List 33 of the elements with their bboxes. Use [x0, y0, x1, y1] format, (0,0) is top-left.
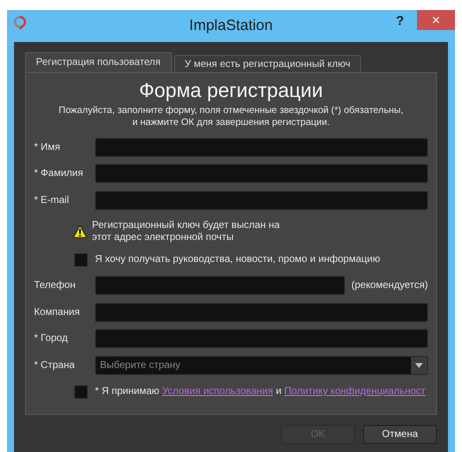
field-label: * Имя	[34, 142, 62, 153]
checkbox-label: Я хочу получать руководства, новости, промо и информацию	[95, 254, 380, 265]
input-field[interactable]	[95, 276, 346, 296]
field-label: * Фамилия	[34, 168, 84, 180]
help-button[interactable]: ?	[392, 10, 408, 30]
field-label: * Город	[34, 333, 69, 344]
link[interactable]: Политику конфиденциальност	[284, 386, 426, 397]
close-button[interactable]: ✕	[417, 10, 455, 30]
input-field[interactable]	[95, 138, 428, 157]
input-field[interactable]	[95, 329, 428, 348]
checkbox[interactable]	[74, 384, 88, 398]
tab[interactable]: Регистрация пользователя	[25, 52, 172, 72]
instructions: Пожалуйста, заполните форму, поля отмеченные звездочкой (*) обязательны, и нажмите ОК для завершения регистрации.	[58, 105, 404, 129]
tab[interactable]: У меня есть регистрационный ключ	[174, 55, 362, 72]
input-field[interactable]	[95, 164, 428, 184]
input-field[interactable]	[95, 190, 428, 210]
warning-icon	[73, 225, 87, 238]
form-title: Форма регистрации	[138, 79, 324, 103]
field-label: Компания	[34, 306, 81, 318]
field-label: Телефон	[34, 280, 76, 292]
input-field[interactable]	[95, 302, 428, 322]
field-label: * E-mail	[34, 194, 70, 206]
notice-text: Регистрационный ключ будет выслан на этот адрес электронной почты	[92, 220, 280, 244]
window-title: ImplaStation	[189, 17, 273, 34]
checkbox[interactable]	[74, 252, 88, 266]
link[interactable]: Условия использования	[162, 386, 274, 397]
field-note: (рекомендуется)	[351, 280, 428, 292]
dialog-button[interactable]: Отмена	[363, 425, 437, 444]
country-dropdown[interactable]: Выберите страну	[95, 356, 428, 375]
dropdown-arrow-icon	[415, 362, 423, 368]
logo-icon	[14, 16, 26, 30]
field-label: * Страна	[34, 360, 76, 371]
agreement-text: * Я принимаю Условия использования и Политику конфиденциальност	[95, 386, 426, 397]
